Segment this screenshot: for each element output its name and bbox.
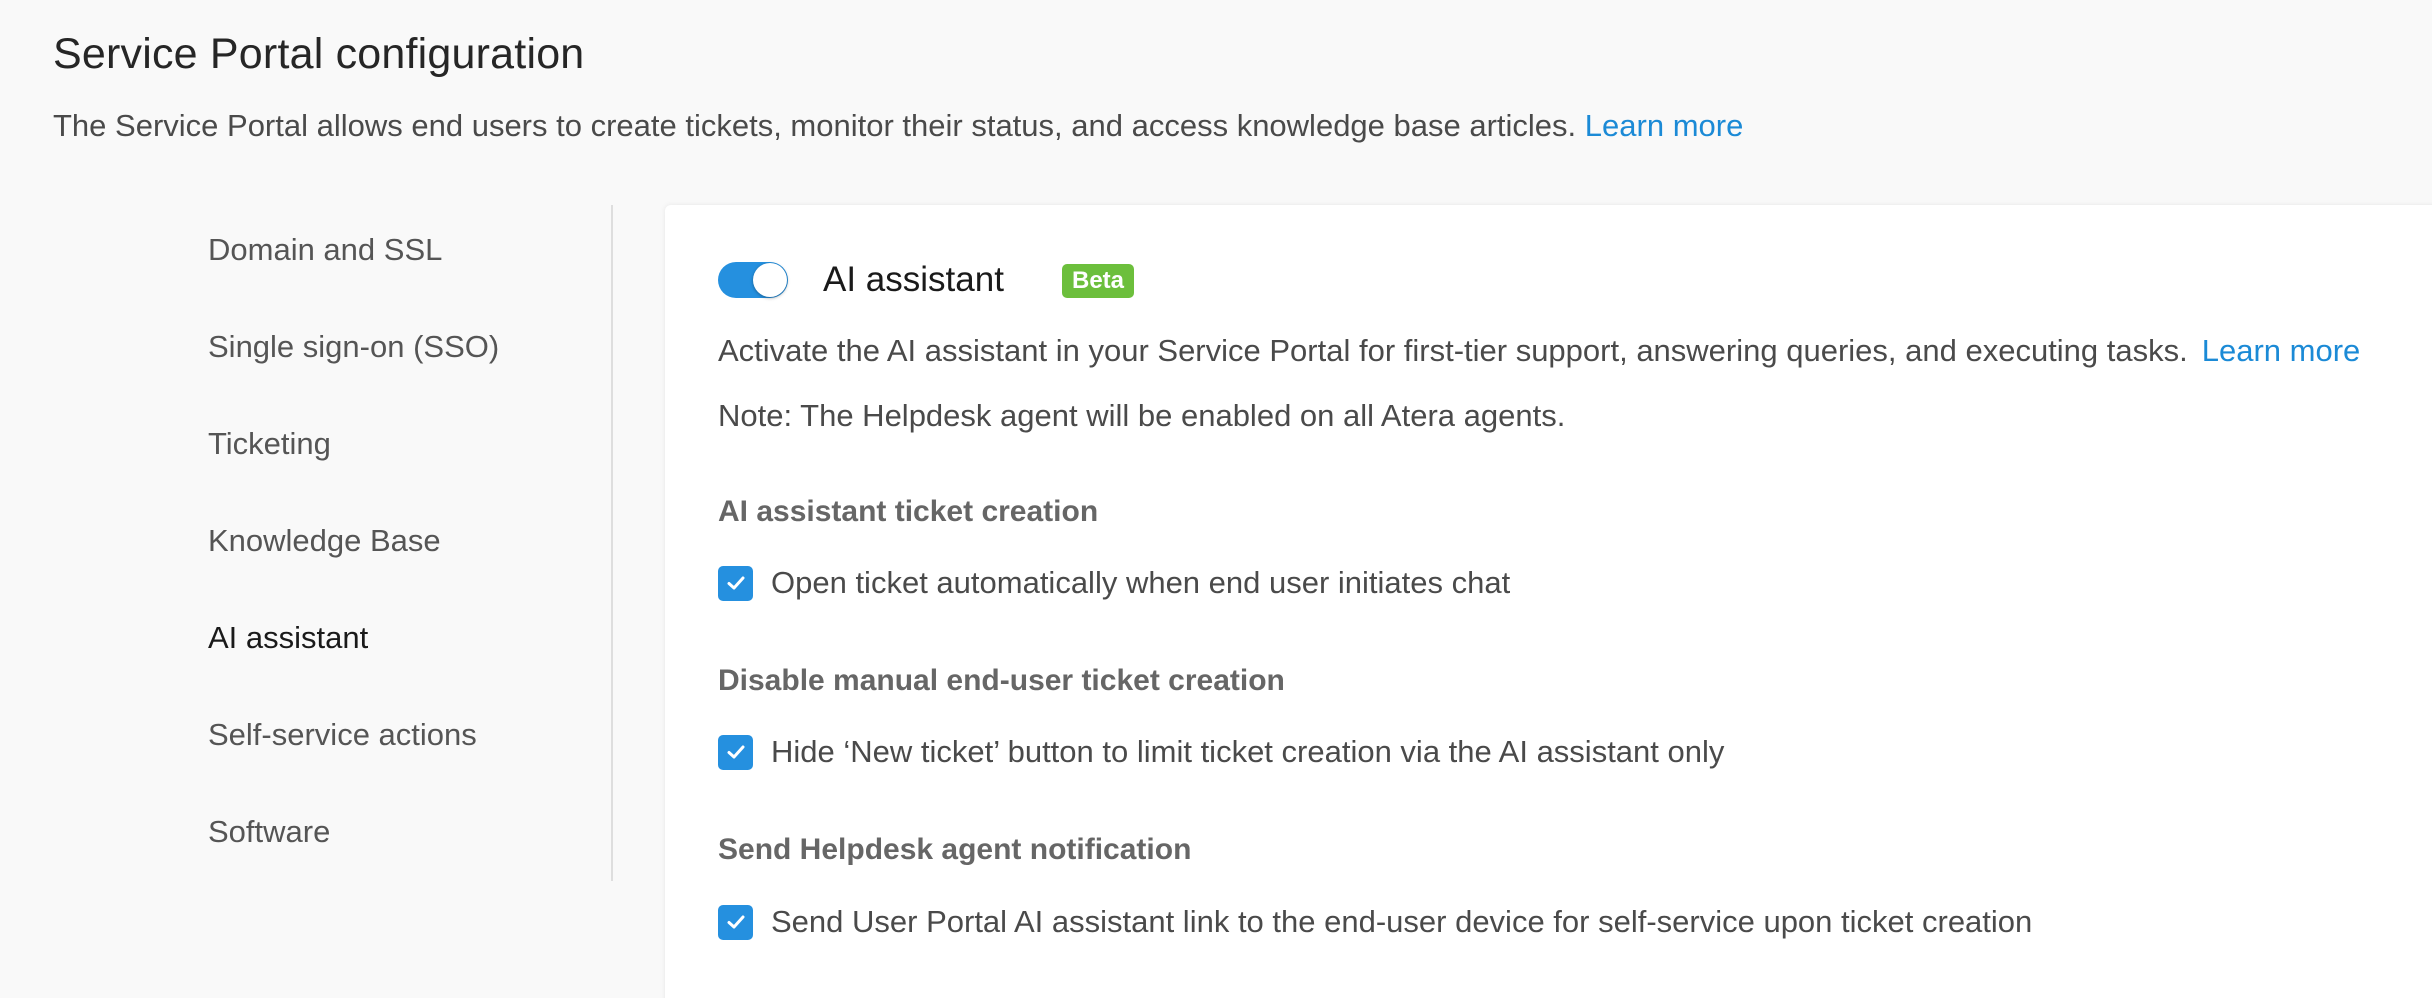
option-label: Hide ‘New ticket’ button to limit ticket… xyxy=(771,734,1725,769)
intro-description: Activate the AI assistant in your Servic… xyxy=(718,333,2188,368)
option-open-ticket-automatically[interactable]: Open ticket automatically when end user … xyxy=(718,565,1510,601)
page-description: The Service Portal allows end users to c… xyxy=(53,108,1743,144)
beta-badge: Beta xyxy=(1062,264,1135,298)
sidebar-item-ai-assistant[interactable]: AI assistant xyxy=(208,620,368,656)
learn-more-link[interactable]: Learn more xyxy=(1585,108,1744,143)
check-icon xyxy=(727,576,744,590)
group-title-ticket-creation: AI assistant ticket creation xyxy=(718,495,1099,528)
settings-sidebar: Domain and SSL Single sign-on (SSO) Tick… xyxy=(0,205,613,881)
intro-learn-more-link[interactable]: Learn more xyxy=(2202,333,2361,368)
intro-text: Activate the AI assistant in your Servic… xyxy=(718,333,2360,369)
toggle-knob xyxy=(753,263,787,297)
check-icon xyxy=(727,915,744,929)
sidebar-item-sso[interactable]: Single sign-on (SSO) xyxy=(208,329,499,365)
checkbox-open-ticket[interactable] xyxy=(718,565,753,601)
sidebar-item-self-service-actions[interactable]: Self-service actions xyxy=(208,717,477,753)
checkbox-send-portal-link[interactable] xyxy=(718,904,753,940)
section-title: AI assistant xyxy=(823,260,1004,299)
sidebar-item-knowledge-base[interactable]: Knowledge Base xyxy=(208,523,441,559)
sidebar-item-software[interactable]: Software xyxy=(208,814,330,850)
page-title: Service Portal configuration xyxy=(53,30,585,78)
ai-assistant-toggle[interactable] xyxy=(718,262,788,298)
group-title-notification: Send Helpdesk agent notification xyxy=(718,833,1192,866)
option-hide-new-ticket[interactable]: Hide ‘New ticket’ button to limit ticket… xyxy=(718,734,1724,770)
page-description-text: The Service Portal allows end users to c… xyxy=(53,108,1577,143)
sidebar-item-ticketing[interactable]: Ticketing xyxy=(208,426,331,462)
note-text: Note: The Helpdesk agent will be enabled… xyxy=(718,398,1566,433)
group-title-disable-manual: Disable manual end-user ticket creation xyxy=(718,664,1285,697)
check-icon xyxy=(727,745,744,759)
option-label: Open ticket automatically when end user … xyxy=(771,565,1511,600)
checkbox-hide-new-ticket[interactable] xyxy=(718,734,753,770)
option-label: Send User Portal AI assistant link to th… xyxy=(771,904,2033,939)
sidebar-item-domain-ssl[interactable]: Domain and SSL xyxy=(208,232,442,268)
ai-assistant-panel: AI assistant Beta Activate the AI assist… xyxy=(665,205,2432,998)
service-portal-page: Service Portal configuration The Service… xyxy=(0,0,2432,998)
option-send-portal-link[interactable]: Send User Portal AI assistant link to th… xyxy=(718,904,2032,940)
